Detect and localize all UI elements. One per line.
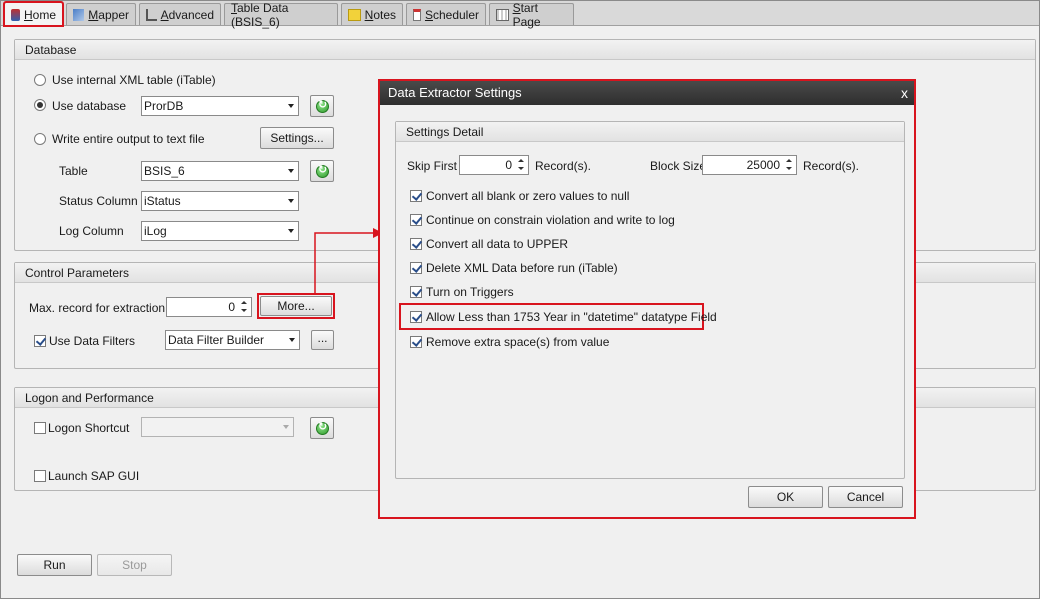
refresh-icon <box>316 163 329 178</box>
tab-bar: Home Mapper Advanced Table Data (BSIS_6)… <box>1 1 1039 29</box>
logon-shortcut-select[interactable] <box>141 417 294 437</box>
skip-first-label: Skip First <box>407 159 458 173</box>
logon-shortcut-checkbox[interactable] <box>34 422 46 434</box>
continue-constraint-label: Continue on constrain violation and writ… <box>426 213 675 227</box>
mapper-icon <box>73 8 85 21</box>
chevron-down-icon <box>283 425 289 429</box>
refresh-icon <box>316 98 329 113</box>
home-icon <box>11 8 20 21</box>
data-filter-select[interactable]: Data Filter Builder <box>165 330 300 350</box>
table-select[interactable]: BSIS_6 <box>141 161 299 181</box>
database-group-title: Database <box>15 40 1035 60</box>
dialog-title-bar: Data Extractor Settings x <box>380 81 914 105</box>
delete-xml-label: Delete XML Data before run (iTable) <box>426 261 618 275</box>
tab-home[interactable]: Home <box>3 1 64 27</box>
use-database-label: Use database <box>52 99 127 113</box>
use-data-filters-label: Use Data Filters <box>49 334 136 348</box>
database-refresh-button[interactable] <box>310 95 334 117</box>
use-database-radio[interactable] <box>34 99 46 111</box>
status-column-label: Status Column <box>59 194 138 208</box>
refresh-icon <box>316 420 329 435</box>
delete-xml-checkbox[interactable] <box>410 262 422 274</box>
max-record-stepper[interactable]: 0 <box>166 297 252 317</box>
launch-sap-gui-label: Launch SAP GUI <box>48 469 140 483</box>
log-column-label: Log Column <box>59 224 124 238</box>
notes-icon <box>348 8 361 21</box>
tab-mapper[interactable]: Mapper <box>66 3 136 25</box>
run-button[interactable]: Run <box>17 554 92 576</box>
convert-upper-checkbox[interactable] <box>410 238 422 250</box>
allow-1753-checkbox[interactable] <box>410 311 422 323</box>
block-size-stepper[interactable]: 25000 <box>702 155 797 175</box>
turn-on-triggers-checkbox[interactable] <box>410 286 422 298</box>
remove-extra-space-checkbox[interactable] <box>410 336 422 348</box>
chevron-down-icon <box>288 169 294 173</box>
convert-blank-null-label: Convert all blank or zero values to null <box>426 189 630 203</box>
tab-advanced[interactable]: Advanced <box>139 3 221 25</box>
close-icon[interactable]: x <box>901 81 908 105</box>
start-page-icon <box>496 8 509 21</box>
skip-records-label: Record(s). <box>535 159 592 173</box>
chevron-down-icon <box>288 199 294 203</box>
app-window: Home Mapper Advanced Table Data (BSIS_6)… <box>0 0 1040 599</box>
write-text-file-label: Write entire output to text file <box>52 132 205 146</box>
use-internal-xml-label: Use internal XML table (iTable) <box>52 73 216 87</box>
chevron-down-icon <box>288 104 294 108</box>
database-select[interactable]: ProrDB <box>141 96 299 116</box>
logon-shortcut-label: Logon Shortcut <box>48 421 130 435</box>
advanced-icon <box>146 8 157 21</box>
stepper-arrows-icon[interactable] <box>784 157 795 173</box>
stop-button[interactable]: Stop <box>97 554 172 576</box>
logon-refresh-button[interactable] <box>310 417 334 439</box>
stepper-arrows-icon[interactable] <box>516 157 527 173</box>
launch-sap-gui-checkbox[interactable] <box>34 470 46 482</box>
tab-start-page[interactable]: Start Page <box>489 1 574 29</box>
block-size-label: Block Size <box>650 159 707 173</box>
skip-first-stepper[interactable]: 0 <box>459 155 529 175</box>
scheduler-icon <box>413 8 421 21</box>
settings-button[interactable]: Settings... <box>260 127 334 149</box>
convert-blank-null-checkbox[interactable] <box>410 190 422 202</box>
allow-1753-label: Allow Less than 1753 Year in "datetime" … <box>426 310 717 324</box>
convert-upper-label: Convert all data to UPPER <box>426 237 569 251</box>
log-column-select[interactable]: iLog <box>141 221 299 241</box>
write-text-file-radio[interactable] <box>34 133 46 145</box>
turn-on-triggers-label: Turn on Triggers <box>426 285 514 299</box>
remove-extra-space-label: Remove extra space(s) from value <box>426 335 610 349</box>
continue-constraint-checkbox[interactable] <box>410 214 422 226</box>
status-column-select[interactable]: iStatus <box>141 191 299 211</box>
settings-detail-title: Settings Detail <box>396 122 904 142</box>
tab-scheduler[interactable]: Scheduler <box>406 3 486 25</box>
use-data-filters-checkbox[interactable] <box>34 335 46 347</box>
block-records-label: Record(s). <box>803 159 860 173</box>
ok-button[interactable]: OK <box>748 486 823 508</box>
cancel-button[interactable]: Cancel <box>828 486 903 508</box>
data-filter-ellipsis-button[interactable]: ... <box>311 330 334 350</box>
chevron-down-icon <box>288 229 294 233</box>
tab-notes[interactable]: Notes <box>341 3 403 25</box>
table-refresh-button[interactable] <box>310 160 334 182</box>
stepper-arrows-icon[interactable] <box>239 299 250 315</box>
use-internal-xml-radio[interactable] <box>34 74 46 86</box>
table-label: Table <box>59 164 88 178</box>
dialog-title: Data Extractor Settings <box>388 85 522 100</box>
max-record-label: Max. record for extraction <box>29 301 166 315</box>
data-extractor-settings-dialog: Data Extractor Settings x Settings Detai… <box>378 79 916 519</box>
chevron-down-icon <box>289 338 295 342</box>
tab-table-data[interactable]: Table Data (BSIS_6) <box>224 1 338 29</box>
